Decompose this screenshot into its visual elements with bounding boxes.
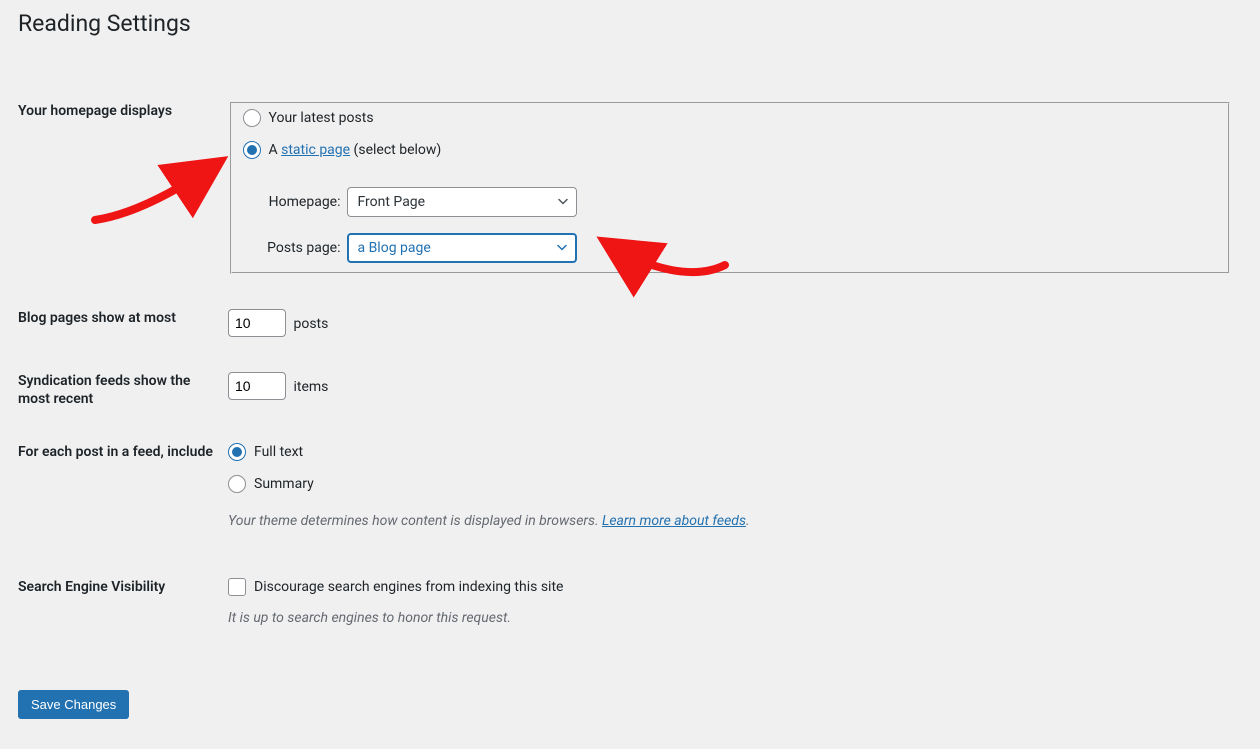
radio-latest-posts-label: Your latest posts (269, 110, 374, 126)
syndication-suffix: items (293, 379, 328, 395)
radio-full-text[interactable] (228, 443, 246, 461)
page-title: Reading Settings (18, 10, 1242, 37)
radio-full-text-label: Full text (254, 444, 303, 460)
radio-summary-label: Summary (254, 476, 314, 492)
sev-note: It is up to search engines to honor this… (228, 610, 1232, 626)
postspage-select[interactable]: a Blog page (347, 233, 577, 263)
homepage-select-label: Homepage: (261, 194, 341, 210)
static-prefix: A (269, 142, 282, 158)
static-page-link[interactable]: static page (281, 142, 350, 158)
blogpages-input[interactable] (228, 309, 286, 337)
syndication-input[interactable] (228, 372, 286, 400)
postspage-select-label: Posts page: (261, 240, 341, 256)
homepage-select-value: Front Page (358, 194, 426, 210)
feedinclude-note-prefix: Your theme determines how content is dis… (228, 513, 602, 529)
chevron-down-icon (557, 244, 567, 254)
syndication-section-label: Syndication feeds show the most recent (18, 357, 228, 428)
blogpages-section-label: Blog pages show at most (18, 294, 228, 357)
postspage-select-value: a Blog page (358, 240, 431, 256)
save-changes-button[interactable]: Save Changes (18, 690, 129, 719)
radio-static-page-label: A static page (select below) (269, 142, 442, 158)
radio-static-page[interactable] (243, 141, 261, 159)
feedinclude-note: Your theme determines how content is dis… (228, 513, 1232, 529)
sev-section-label: Search Engine Visibility (18, 563, 228, 660)
blogpages-suffix: posts (293, 316, 328, 332)
homepage-displays-fieldset: Your latest posts A static page (select … (230, 102, 1230, 274)
learn-more-feeds-link[interactable]: Learn more about feeds (602, 513, 746, 529)
settings-table: Your homepage displays Your latest posts… (18, 87, 1242, 660)
homepage-select[interactable]: Front Page (347, 187, 577, 217)
radio-latest-posts[interactable] (243, 109, 261, 127)
feedinclude-section-label: For each post in a feed, include (18, 428, 228, 563)
radio-summary[interactable] (228, 475, 246, 493)
static-suffix: (select below) (350, 142, 441, 158)
chevron-down-icon (558, 198, 568, 208)
feedinclude-note-suffix: . (746, 513, 750, 529)
sev-checkbox-label: Discourage search engines from indexing … (254, 579, 563, 595)
sev-checkbox[interactable] (228, 578, 246, 596)
homepage-section-label: Your homepage displays (18, 87, 228, 294)
